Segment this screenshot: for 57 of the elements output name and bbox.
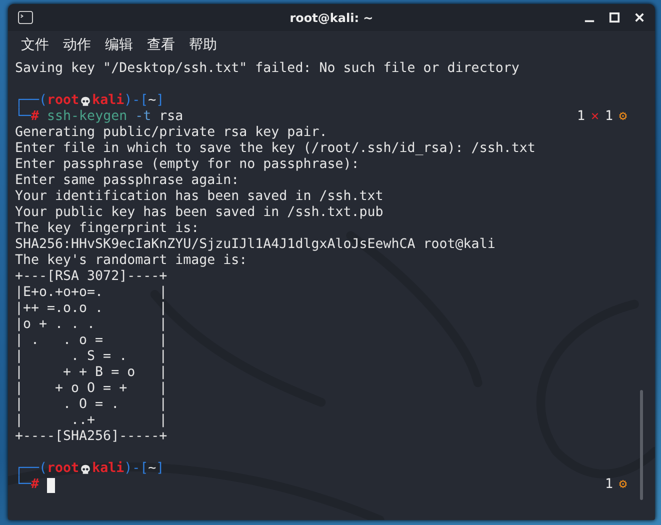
- output-line: Generating public/private rsa key pair.: [15, 125, 328, 141]
- prompt-frame: └─: [15, 477, 32, 493]
- output-line: Enter passphrase (empty for no passphrase):: [15, 157, 360, 173]
- prompt-frame: )-[: [124, 93, 148, 109]
- count-text: 1: [604, 477, 613, 493]
- output-line: Saving key "/Desktop/ssh.txt" failed: No such file or directory: [15, 61, 520, 77]
- output-line: Enter file in which to save the key (/root/.ssh/id_rsa): /ssh.txt: [15, 141, 536, 157]
- output-line: |E+o.+o+o=. |: [15, 285, 168, 301]
- maximize-icon[interactable]: [609, 12, 620, 23]
- output-line: | . . o = |: [15, 333, 168, 349]
- prompt-symbol: #: [31, 477, 40, 493]
- output-line: +---[RSA 3072]----+: [15, 269, 168, 285]
- command-argument: rsa: [159, 109, 184, 125]
- output-line: Enter same passphrase again:: [15, 173, 240, 189]
- prompt-symbol: #: [31, 109, 40, 125]
- prompt-host: kali: [92, 461, 124, 477]
- output-line: | + + B = o |: [15, 365, 168, 381]
- output-line: | ..+ |: [15, 413, 168, 429]
- output-line: | + o O = + |: [15, 381, 168, 397]
- terminal-icon[interactable]: [18, 11, 33, 24]
- window-title: root@kali: ~: [290, 10, 374, 24]
- command-name: ssh-keygen: [47, 109, 128, 125]
- prompt-directory: ~: [148, 93, 156, 109]
- skull-icon: [80, 96, 92, 106]
- output-line: |++ =.o.o . |: [15, 301, 168, 317]
- output-line: Your public key has been saved in /ssh.txt.pub: [15, 205, 384, 221]
- prompt-frame: ]: [156, 93, 164, 109]
- command-option: -t: [135, 109, 152, 125]
- prompt-user: root: [47, 93, 80, 109]
- gear-icon: ⚙: [618, 477, 627, 493]
- scrollbar[interactable]: [640, 390, 643, 500]
- output-line: +----[SHA256]-----+: [15, 429, 168, 445]
- prompt-directory: ~: [148, 461, 156, 477]
- menu-item[interactable]: 查看: [147, 36, 175, 54]
- prompt-frame: ┌──(: [15, 461, 48, 477]
- menu-item[interactable]: 帮助: [189, 36, 217, 54]
- output-line: |o + . . . |: [15, 317, 168, 333]
- output-line: Your identification has been saved in /ssh.txt: [15, 189, 384, 205]
- count-text: 1: [576, 109, 585, 125]
- output-line: SHA256:HHvSK9ecIaKnZYU/SjzuIJl1A4J1dlgxAloJsEewhCA root@kali: [15, 237, 496, 253]
- close-icon[interactable]: [634, 12, 645, 23]
- gear-icon: ⚙: [618, 109, 627, 125]
- prompt-frame: └─: [15, 109, 32, 125]
- menu-item[interactable]: 文件: [21, 36, 49, 54]
- output-line: The key's randomart image is:: [15, 253, 248, 269]
- output-line: | . S = . |: [15, 349, 168, 365]
- error-mark: ✕: [590, 109, 599, 125]
- prompt-user: root: [47, 461, 80, 477]
- menu-item[interactable]: 编辑: [105, 36, 133, 54]
- output-line: The key fingerprint is:: [15, 221, 200, 237]
- count-text: 1: [604, 109, 613, 125]
- prompt-frame: ┌──(: [15, 93, 48, 109]
- output-line: | . O = . |: [15, 397, 168, 413]
- prompt-frame: ]: [156, 461, 164, 477]
- menu-item[interactable]: 动作: [63, 36, 91, 54]
- prompt-frame: )-[: [124, 461, 148, 477]
- prompt-host: kali: [92, 93, 124, 109]
